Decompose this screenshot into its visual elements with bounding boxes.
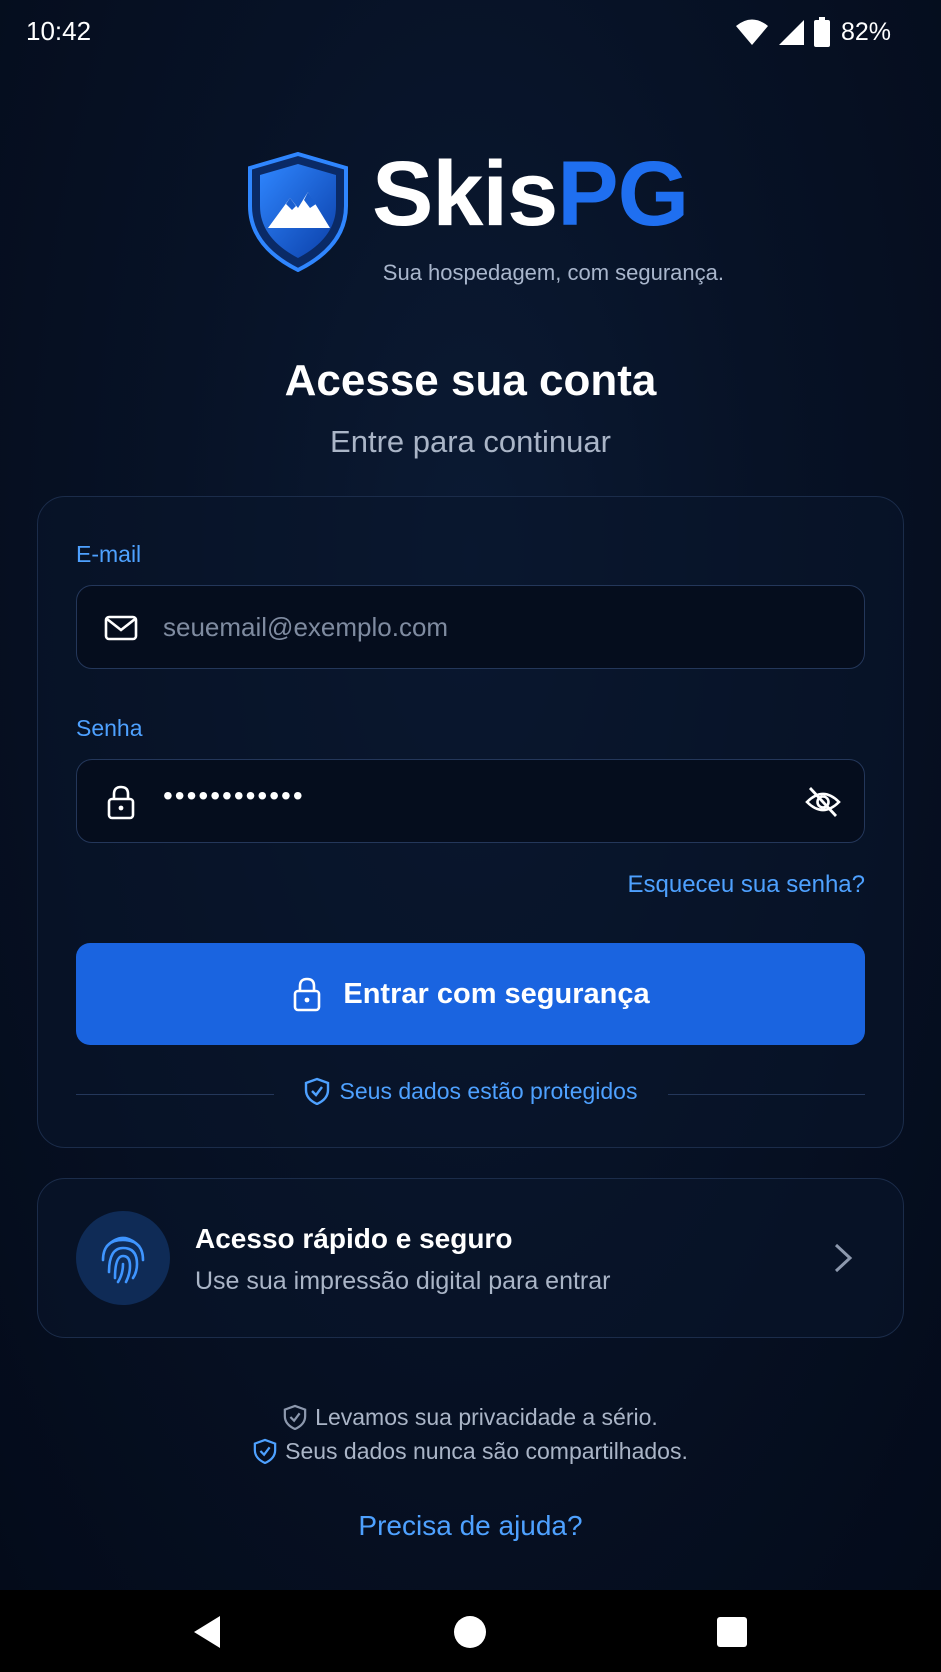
battery-percentage: 82% — [840, 17, 891, 46]
system-nav-bar — [0, 1590, 941, 1672]
lock-icon — [107, 785, 135, 820]
login-button-label: Entrar com segurança — [343, 977, 650, 1010]
biometric-subtitle: Use sua impressão digital para entrar — [195, 1267, 611, 1295]
shield-check-icon — [304, 1077, 329, 1105]
password-value: •••••••••••• — [163, 780, 305, 811]
privacy-line-2: Seus dados nunca são compartilhados. — [0, 1434, 941, 1468]
shield-mountain-icon — [248, 152, 348, 272]
back-icon[interactable] — [188, 1612, 228, 1652]
lock-icon — [294, 977, 321, 1012]
status-bar: 10:42 82% — [0, 0, 941, 66]
email-field[interactable]: seuemail@exemplo.com — [76, 585, 865, 669]
page-title: Acesse sua conta — [284, 356, 657, 405]
status-time: 10:42 — [26, 16, 92, 46]
shield-check-icon — [283, 1404, 307, 1430]
brand-name: SkisPG — [372, 148, 689, 240]
wifi-icon — [735, 19, 768, 45]
protection-divider: Seus dados estão protegidos — [76, 1077, 865, 1111]
protection-note-text: Seus dados estão protegidos — [339, 1077, 638, 1104]
shield-check-icon — [253, 1438, 277, 1464]
login-button[interactable]: Entrar com segurança — [76, 943, 865, 1045]
protection-note: Seus dados estão protegidos — [76, 1077, 865, 1105]
home-icon[interactable] — [450, 1612, 490, 1652]
battery-icon — [813, 17, 830, 47]
help-link[interactable]: Precisa de ajuda? — [0, 1510, 941, 1542]
fingerprint-icon — [101, 1236, 145, 1284]
email-placeholder: seuemail@exemplo.com — [163, 612, 449, 642]
eye-off-icon[interactable] — [804, 784, 842, 820]
brand-name-part1: Skis — [372, 143, 558, 245]
biometric-title: Acesso rápido e seguro — [195, 1223, 513, 1254]
password-label: Senha — [76, 715, 143, 741]
forgot-password-link[interactable]: Esqueceu sua senha? — [627, 871, 865, 899]
password-field[interactable]: •••••••••••• — [76, 759, 865, 843]
brand-tagline: Sua hospedagem, com segurança. — [382, 260, 724, 285]
privacy-notes: Levamos sua privacidade a sério. Seus da… — [0, 1400, 941, 1468]
privacy-line-1: Levamos sua privacidade a sério. — [0, 1400, 941, 1434]
login-screen: 10:42 82% SkisPG Sua hospedagem, com seg… — [0, 0, 941, 1590]
biometric-login-card[interactable]: Acesso rápido e seguro Use sua impressão… — [37, 1178, 904, 1338]
recents-icon[interactable] — [712, 1612, 752, 1652]
fingerprint-badge — [76, 1211, 170, 1305]
privacy-line-2-text: Seus dados nunca são compartilhados. — [285, 1437, 688, 1464]
login-card: E-mail seuemail@exemplo.com Senha ••••••… — [37, 496, 904, 1148]
page-subtitle: Entre para continuar — [330, 424, 611, 459]
signal-icon — [778, 20, 804, 45]
brand-name-part2: PG — [557, 143, 689, 245]
brand-logo: SkisPG Sua hospedagem, com segurança. — [246, 148, 726, 292]
mail-icon — [104, 615, 138, 641]
chevron-right-icon — [834, 1243, 853, 1273]
status-icons: 82% — [735, 14, 891, 50]
privacy-line-1-text: Levamos sua privacidade a sério. — [315, 1403, 658, 1430]
email-label: E-mail — [76, 541, 142, 567]
